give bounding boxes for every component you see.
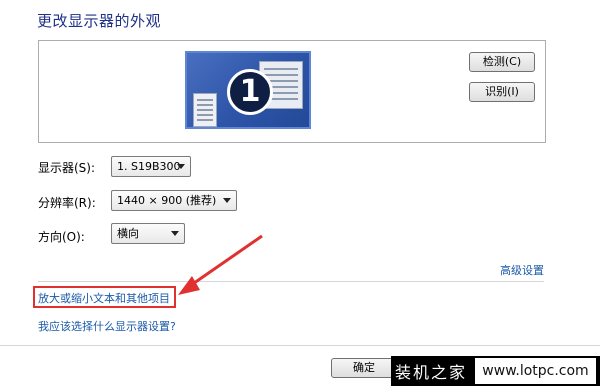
footer-divider [0,345,600,346]
annotation-arrow [178,234,263,295]
ok-button[interactable]: 确定 [331,358,397,378]
watermark: 装机之家 www.lotpc.com [391,356,600,386]
watermark-brand: 装机之家 [395,363,468,382]
watermark-url: www.lotpc.com [475,358,596,384]
